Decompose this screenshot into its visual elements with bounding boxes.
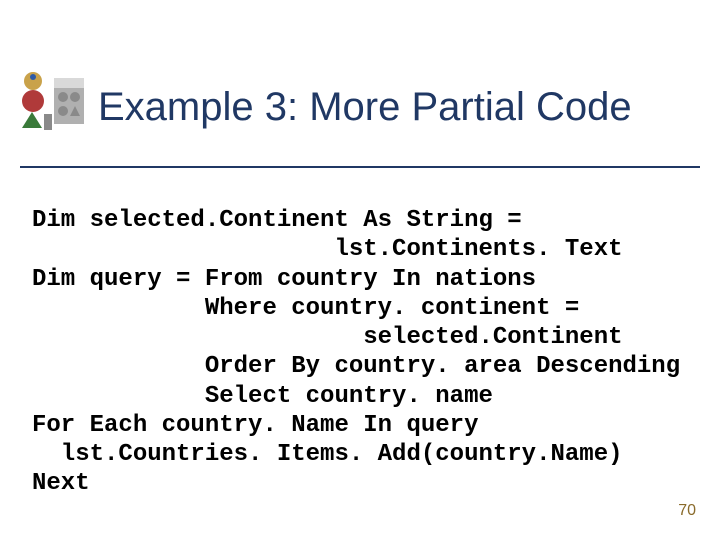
code-block: Dim selected.Continent As String = lst.C… bbox=[32, 206, 700, 499]
shapes-icon bbox=[20, 72, 90, 142]
header-divider bbox=[20, 166, 700, 168]
slide: Example 3: More Partial Code Dim selecte… bbox=[0, 0, 720, 540]
slide-header: Example 3: More Partial Code bbox=[20, 72, 700, 142]
page-number: 70 bbox=[678, 502, 696, 520]
slide-title: Example 3: More Partial Code bbox=[98, 85, 632, 130]
